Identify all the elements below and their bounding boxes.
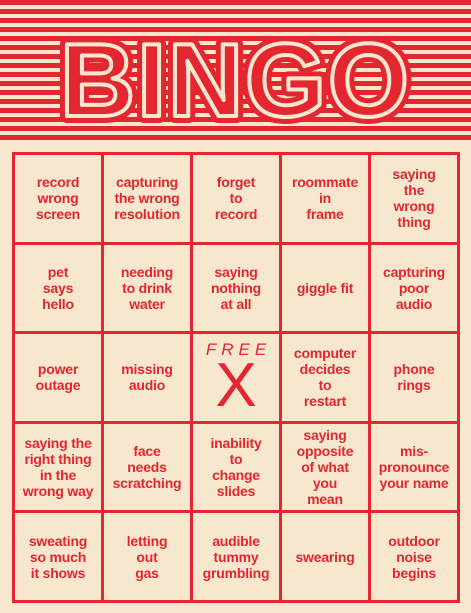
cell-label: phone rings: [393, 361, 435, 394]
bingo-cell-r4c1[interactable]: saying the right thing in the wrong way: [15, 423, 101, 511]
free-x-mark: X: [215, 351, 257, 421]
bingo-cell-r4c5[interactable]: mis- pronounce your name: [371, 423, 457, 511]
cell-label: capturing the wrong resolution: [114, 174, 180, 223]
bingo-cell-free-space[interactable]: FREE X: [193, 334, 279, 421]
cell-label: audible tummy grumbling: [202, 532, 270, 581]
cell-label: face needs scratching: [112, 443, 182, 492]
bingo-cell-r3c2[interactable]: missing audio: [104, 334, 190, 421]
bingo-cell-r5c5[interactable]: outdoor noise begins: [371, 513, 457, 600]
cell-label: swearing: [295, 548, 355, 565]
bingo-cell-r3c5[interactable]: phone rings: [371, 334, 457, 421]
cell-label: capturing poor audio: [383, 263, 445, 312]
cell-label: forget to record: [214, 174, 258, 223]
bingo-cell-r2c2[interactable]: needing to drink water: [104, 244, 190, 332]
cell-label: computer decides to restart: [293, 345, 357, 410]
bingo-cell-r1c3[interactable]: forget to record: [193, 155, 279, 242]
cell-label: saying the right thing in the wrong way: [22, 435, 94, 500]
cell-label: sweating so much it shows: [28, 532, 88, 581]
cell-label: mis- pronounce your name: [378, 443, 450, 492]
bingo-cell-r3c1[interactable]: power outage: [15, 334, 101, 421]
bingo-cell-r1c5[interactable]: saying the wrong thing: [371, 155, 457, 242]
bingo-cell-r4c3[interactable]: inability to change slides: [193, 423, 279, 511]
bingo-cell-r3c4[interactable]: computer decides to restart: [282, 334, 368, 421]
bingo-cell-r5c4[interactable]: swearing: [282, 513, 368, 600]
bingo-cell-r5c3[interactable]: audible tummy grumbling: [193, 513, 279, 600]
cell-label: saying nothing at all: [211, 263, 261, 312]
bingo-cell-r1c2[interactable]: capturing the wrong resolution: [104, 155, 190, 242]
bingo-cell-r2c5[interactable]: capturing poor audio: [371, 244, 457, 332]
page-title: BINGO: [60, 23, 411, 139]
bingo-cell-r1c4[interactable]: roommate in frame: [282, 155, 368, 242]
cell-label: inability to change slides: [210, 435, 262, 500]
cell-label: pet says hello: [42, 263, 74, 312]
cell-label: saying the wrong thing: [392, 166, 436, 231]
cell-label: needing to drink water: [120, 263, 174, 312]
cell-label: outdoor noise begins: [388, 532, 440, 581]
cell-label: giggle fit: [296, 279, 354, 296]
cell-label: letting out gas: [126, 532, 168, 581]
cell-label: power outage: [35, 361, 81, 394]
cell-label: missing audio: [121, 361, 173, 394]
bingo-cell-r2c1[interactable]: pet says hello: [15, 244, 101, 332]
bingo-cell-r1c1[interactable]: record wrong screen: [15, 155, 101, 242]
bingo-board: record wrong screen capturing the wrong …: [12, 152, 460, 603]
cell-label: saying opposite of what you mean: [296, 427, 354, 508]
cell-label: roommate in frame: [291, 174, 359, 223]
header-banner: BINGO BINGO: [0, 0, 471, 144]
bingo-cell-r5c2[interactable]: letting out gas: [104, 513, 190, 600]
bingo-cell-r2c4[interactable]: giggle fit: [282, 244, 368, 332]
title-graphic: BINGO BINGO: [53, 16, 416, 144]
cell-label: record wrong screen: [36, 174, 80, 223]
bingo-cell-r5c1[interactable]: sweating so much it shows: [15, 513, 101, 600]
bingo-cell-r4c4[interactable]: saying opposite of what you mean: [282, 423, 368, 511]
bingo-cell-r4c2[interactable]: face needs scratching: [104, 423, 190, 511]
bingo-cell-r2c3[interactable]: saying nothing at all: [193, 244, 279, 332]
